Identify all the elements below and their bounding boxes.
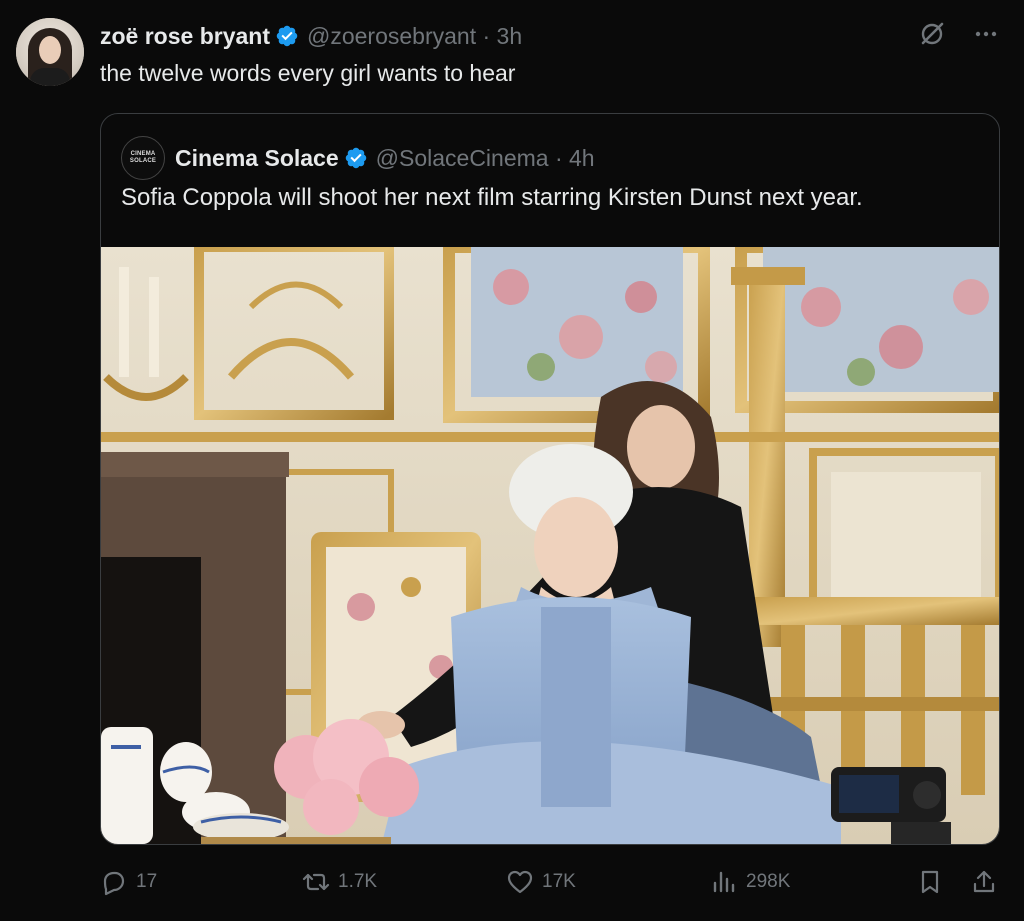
more-options-icon[interactable] — [972, 20, 1000, 48]
repost-button[interactable]: 1.7K — [302, 868, 377, 896]
grok-icon[interactable] — [918, 20, 946, 48]
author-handle-time[interactable]: @zoerosebryant · 3h — [307, 23, 522, 50]
tweet-text: the twelve words every girl wants to hea… — [100, 60, 516, 86]
quoted-tweet-header: CINEMA SOLACE Cinema Solace @SolaceCinem… — [121, 136, 595, 180]
reply-button[interactable]: 17 — [100, 868, 157, 896]
heart-icon — [507, 870, 533, 894]
quoted-tweet-photo[interactable] — [101, 247, 999, 844]
like-count: 17K — [542, 871, 576, 892]
verified-badge-icon — [344, 146, 368, 170]
repost-count: 1.7K — [338, 871, 378, 892]
reply-icon — [103, 871, 125, 896]
views-chart-icon — [713, 871, 735, 893]
views-button[interactable]: 298K — [710, 868, 790, 896]
bookmark-icon — [921, 870, 939, 894]
tweet-header: zoë rose bryant @zoerosebryant · 3h — [100, 20, 522, 52]
bookmark-button[interactable] — [916, 868, 944, 896]
tweet-action-bar: 17 1.7K 17K 298K — [100, 862, 1000, 904]
quoted-avatar-text-line: CINEMA — [130, 151, 156, 157]
quoted-author-handle-time[interactable]: @SolaceCinema · 4h — [376, 145, 595, 172]
quoted-author-avatar[interactable]: CINEMA SOLACE — [121, 136, 165, 180]
tweet[interactable]: zoë rose bryant @zoerosebryant · 3h the … — [0, 0, 1024, 921]
photo-illustration — [101, 247, 999, 844]
share-button[interactable] — [970, 868, 998, 896]
quoted-avatar-text-line: SOLACE — [129, 158, 157, 164]
repost-icon — [302, 873, 330, 891]
verified-badge-icon — [275, 24, 299, 48]
author-display-name[interactable]: zoë rose bryant — [100, 23, 270, 50]
author-avatar[interactable] — [16, 18, 84, 86]
quoted-tweet-text: Sofia Coppola will shoot her next film s… — [121, 184, 863, 211]
header-actions — [918, 20, 1000, 48]
quoted-author-display-name[interactable]: Cinema Solace — [175, 145, 339, 172]
view-count: 298K — [746, 871, 791, 892]
quoted-tweet[interactable]: CINEMA SOLACE Cinema Solace @SolaceCinem… — [100, 113, 1000, 845]
like-button[interactable]: 17K — [506, 868, 576, 896]
share-icon — [973, 870, 995, 893]
reply-count: 17 — [136, 871, 158, 892]
